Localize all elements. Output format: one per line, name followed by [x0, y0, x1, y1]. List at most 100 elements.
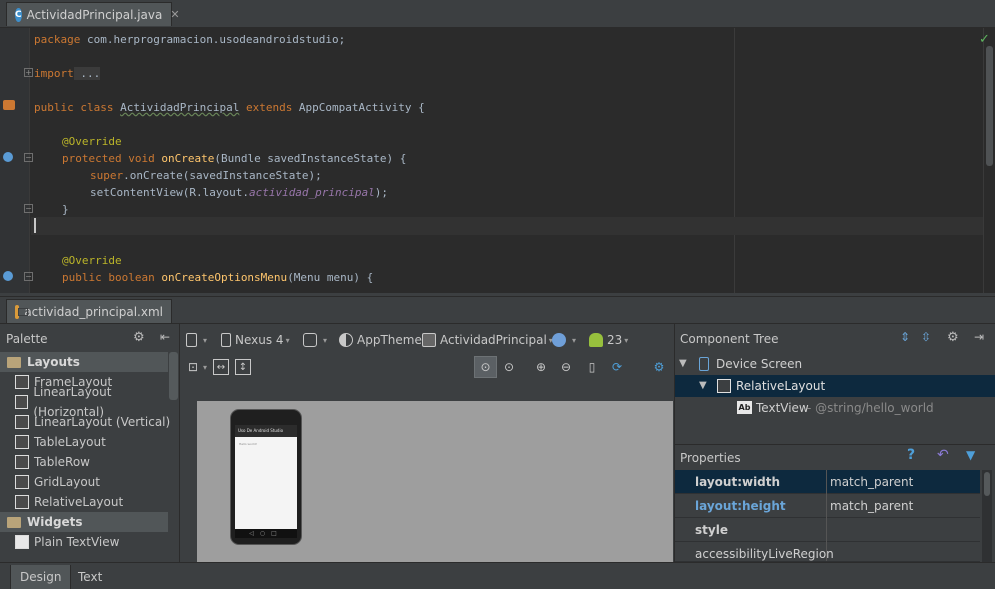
fill-width-button[interactable]: ↔ [213, 356, 229, 378]
settings-dropdown[interactable]: ⚙ [651, 356, 667, 378]
refresh-button[interactable]: ⟳ [609, 356, 625, 378]
fit-screen-icon: ⊡ [187, 360, 199, 374]
property-row-layout-width[interactable]: layout:width match_parent [675, 470, 980, 494]
zoom-out-button[interactable]: ⊖ [558, 356, 574, 378]
relativelayout-icon [15, 495, 29, 509]
zoom-actual-button[interactable]: ⊙ [501, 356, 517, 378]
linearlayout-horizontal-icon [15, 395, 29, 409]
device-type-dropdown[interactable]: ▾ [186, 329, 207, 351]
code-line-override: @Override [62, 135, 122, 148]
activity-dropdown[interactable]: ActividadPrincipal ▾ [422, 329, 553, 351]
design-canvas[interactable]: Uso De Android Studio Hello world! ◁○□ [197, 401, 673, 562]
property-value[interactable]: match_parent [830, 470, 913, 494]
relativelayout-icon [717, 379, 731, 393]
orientation-dropdown[interactable]: ▾ [303, 329, 327, 351]
tree-node-label: Device Screen [716, 357, 803, 371]
fill-height-button[interactable]: ↕ [235, 356, 251, 378]
api-level-dropdown[interactable]: 23 ▾ [589, 329, 628, 351]
fold-collapse-icon[interactable]: − [24, 153, 33, 162]
palette-item-relativelayout[interactable]: RelativeLayout [0, 492, 178, 512]
tree-node-device-screen[interactable]: ▼ Device Screen [675, 353, 995, 375]
tab-actividad-principal-xml[interactable]: actividad_principal.xml [6, 299, 172, 323]
palette-item-plain-textview[interactable]: Plain TextView [0, 532, 178, 552]
zoom-in-icon: ⊕ [535, 360, 547, 374]
property-value[interactable]: match_parent [830, 494, 913, 518]
properties-scrollbar[interactable] [982, 470, 992, 562]
palette-item-linearlayout-vertical[interactable]: LinearLayout (Vertical) [0, 412, 178, 432]
refresh-icon: ⟳ [611, 360, 623, 374]
palette-scrollbar[interactable] [169, 352, 178, 400]
hide-panel-icon[interactable]: ⇥ [974, 330, 984, 344]
gear-icon: ⚙ [653, 360, 665, 374]
fold-end-icon[interactable]: − [24, 204, 33, 213]
component-tree-panel: Component Tree ⇕ ⇳ ⚙ ⇥ ▼ Device Screen ▼… [674, 324, 995, 444]
device-dropdown[interactable]: Nexus 4 ▾ [221, 329, 290, 351]
textview-ab-icon: Ab [737, 401, 752, 414]
horizontal-arrows-icon: ↔ [213, 359, 229, 375]
zoom-fit-icon: ⊙ [480, 360, 491, 374]
tab-label: ActividadPrincipal.java [26, 7, 163, 22]
code-line-super: super.onCreate(savedInstanceState); [90, 169, 322, 182]
tree-node-relativelayout[interactable]: ▼ RelativeLayout [675, 375, 995, 397]
run-class-icon[interactable] [3, 100, 15, 110]
palette-category-widgets[interactable]: Widgets [0, 512, 168, 532]
locale-dropdown[interactable]: ▾ [552, 329, 576, 351]
right-margin-guide [734, 28, 735, 293]
code-line-oncreateoptionsmenu: public boolean onCreateOptionsMenu(Menu … [62, 271, 374, 284]
device-icon [186, 333, 197, 347]
code-line-package: package com.herprogramacion.usodeandroid… [34, 33, 346, 46]
android-icon [589, 333, 603, 347]
collapse-arrow-icon[interactable]: ▼ [679, 353, 687, 375]
palette-item-linearlayout-horizontal[interactable]: LinearLayout (Horizontal) [0, 385, 178, 419]
help-icon[interactable]: ? [907, 447, 915, 463]
editor-scrollbar[interactable] [983, 28, 995, 293]
editor-tab-bar: C ActividadPrincipal.java ✕ [0, 0, 995, 28]
hello-world-textview[interactable]: Hello world! [239, 442, 257, 446]
fold-collapse-icon[interactable]: − [24, 272, 33, 281]
override-method-icon[interactable] [3, 271, 13, 281]
tree-node-textview[interactable]: Ab TextView - @string/hello_world [675, 397, 995, 419]
palette-title: Palette [6, 332, 48, 346]
textview-ab-icon [15, 535, 29, 549]
palette-panel: Palette ⚙ ⇤ Layouts FrameLayout LinearLa… [0, 324, 180, 562]
inspection-ok-icon[interactable]: ✓ [979, 32, 990, 47]
editor-mode-tabs: Design Text [0, 562, 995, 589]
theme-dropdown[interactable]: AppTheme [339, 329, 422, 351]
zoom-in-button[interactable]: ⊕ [533, 356, 549, 378]
property-row-style[interactable]: style [675, 518, 980, 542]
collapse-all-icon[interactable]: ⇳ [921, 330, 931, 344]
palette-item-gridlayout[interactable]: GridLayout [0, 472, 178, 492]
tab-text[interactable]: Text [69, 565, 111, 589]
zoom-to-fit-toggle[interactable]: ⊡ ▾ [185, 356, 207, 378]
property-row-layout-height[interactable]: layout:height match_parent [675, 494, 980, 518]
scrollbar-thumb[interactable] [986, 46, 993, 166]
property-name: layout:height [695, 499, 786, 513]
hide-panel-icon[interactable]: ⇤ [160, 330, 170, 344]
code-editor[interactable]: + − − − package com.herprogramacion.usod… [0, 28, 995, 293]
expand-all-icon[interactable]: ⇕ [900, 330, 910, 344]
palette-category-layouts[interactable]: Layouts [0, 352, 168, 372]
collapse-arrow-icon[interactable]: ▼ [699, 375, 707, 397]
zoom-actual-icon: ⊙ [503, 360, 515, 374]
gear-icon[interactable]: ⚙ [133, 330, 145, 345]
palette-item-tablelayout[interactable]: TableLayout [0, 432, 178, 452]
undo-icon[interactable]: ↶ [937, 447, 949, 463]
folder-icon [7, 356, 21, 368]
tab-design[interactable]: Design [10, 565, 72, 589]
close-icon[interactable]: ✕ [170, 8, 179, 21]
capture-button[interactable]: ▯ [584, 356, 600, 378]
filter-icon[interactable]: ▼ [966, 448, 975, 462]
palette-item-tablerow[interactable]: TableRow [0, 452, 178, 472]
framelayout-icon [15, 375, 29, 389]
rotate-icon [303, 333, 317, 347]
folder-icon [7, 516, 21, 528]
tab-actividad-principal-java[interactable]: C ActividadPrincipal.java ✕ [6, 2, 180, 26]
fold-expand-icon[interactable]: + [24, 68, 33, 77]
nexus-device-icon [221, 333, 231, 347]
override-method-icon[interactable] [3, 152, 13, 162]
tree-node-label: RelativeLayout [736, 379, 826, 393]
document-icon: ▯ [588, 360, 596, 374]
property-row-accessibilityliveregion[interactable]: accessibilityLiveRegion [675, 542, 980, 562]
zoom-fit-button[interactable]: ⊙ [474, 356, 497, 378]
gear-icon[interactable]: ⚙ [947, 330, 959, 345]
